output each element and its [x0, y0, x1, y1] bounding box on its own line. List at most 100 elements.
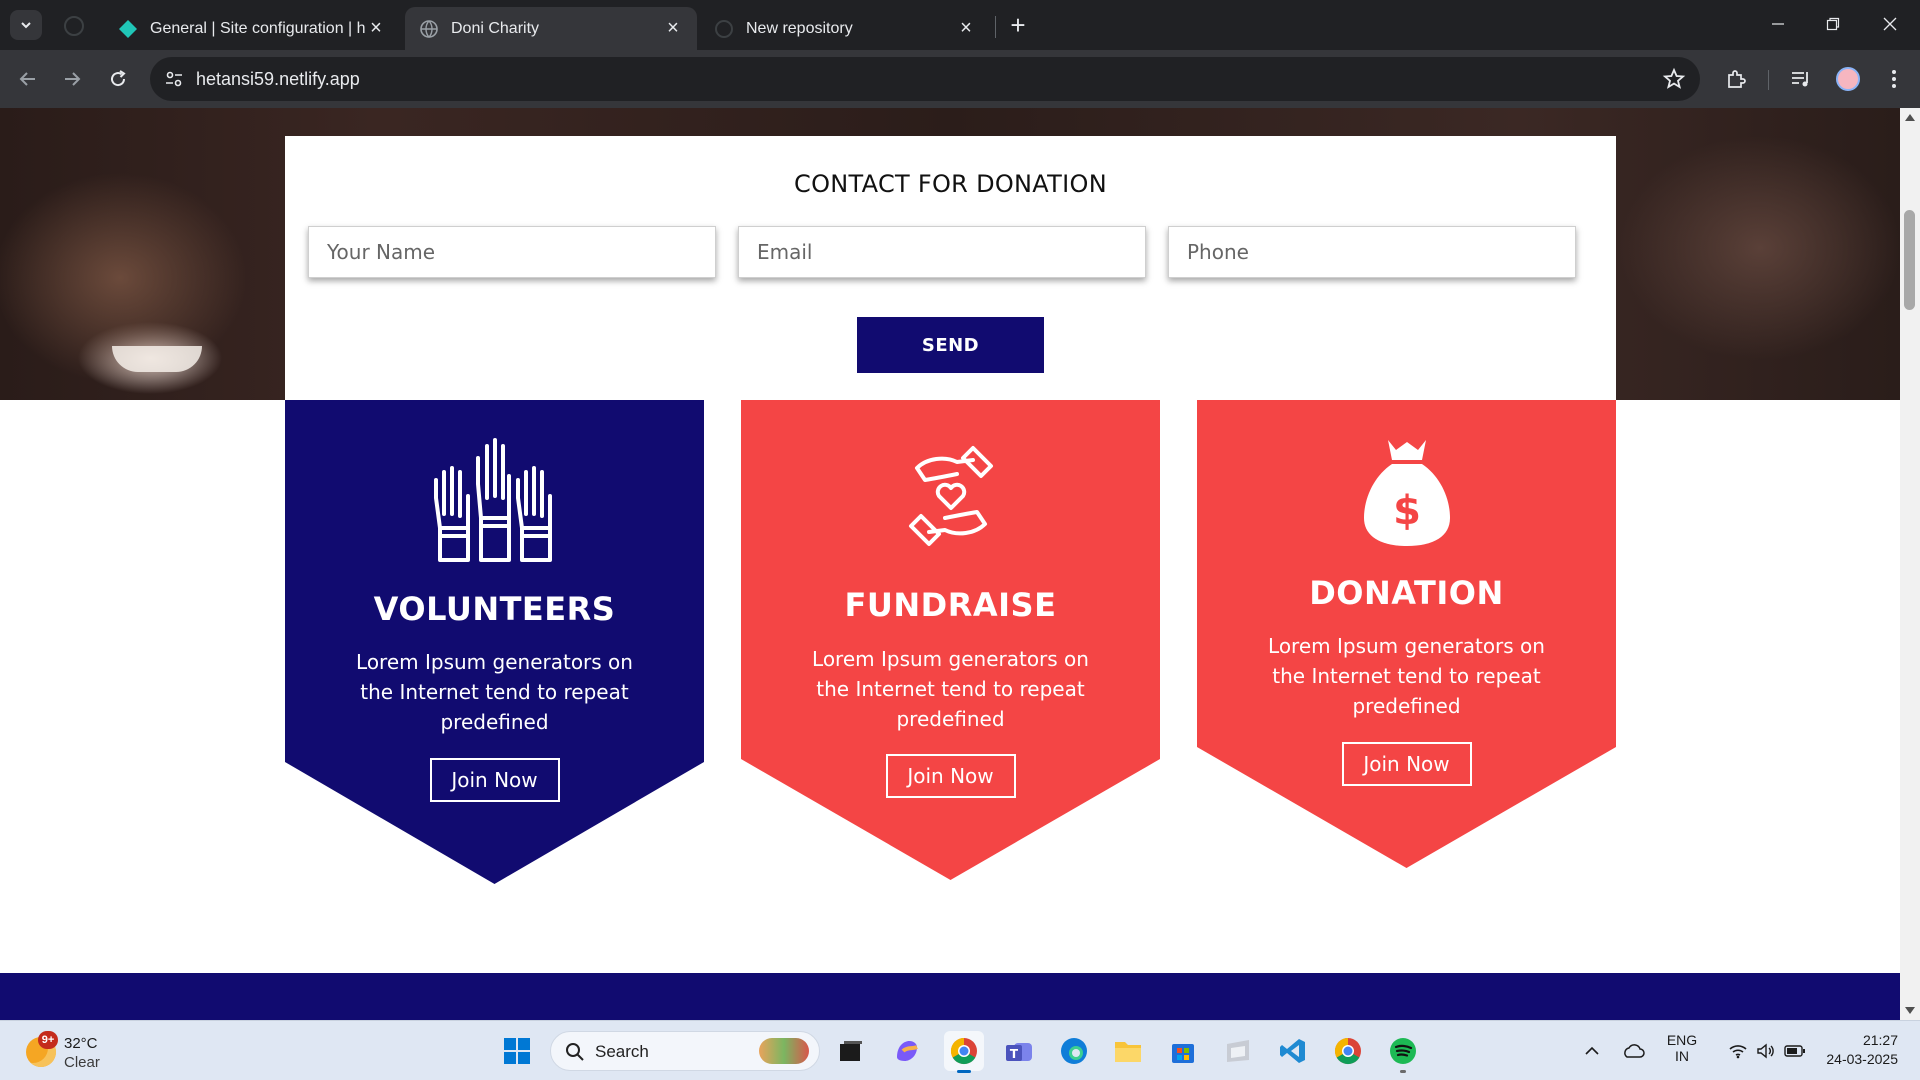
bookmark-star-icon[interactable] — [1662, 67, 1686, 91]
tab-new-repository[interactable]: New repository × — [700, 7, 990, 50]
card-text: Lorem Ipsum generators on the Internet t… — [356, 650, 633, 734]
svg-text:$: $ — [1393, 488, 1421, 534]
close-window-button[interactable] — [1870, 8, 1910, 40]
search-label: Search — [595, 1042, 649, 1061]
phone-field-wrapper — [1168, 226, 1576, 278]
chevron-down-icon — [21, 22, 31, 29]
contact-heading: CONTACT FOR DONATION — [794, 170, 1107, 198]
puzzle-icon — [1728, 70, 1746, 88]
netlify-icon — [119, 19, 137, 38]
extensions-button[interactable] — [1722, 65, 1750, 93]
raised-hands-icon — [433, 438, 552, 562]
vscode-app[interactable] — [1273, 1031, 1313, 1071]
name-field-wrapper — [308, 226, 716, 278]
edge-app[interactable] — [1054, 1031, 1094, 1071]
reload-button[interactable] — [102, 63, 134, 95]
tab-site-configuration[interactable]: General | Site configuration | he × — [104, 7, 400, 50]
teams-app[interactable]: T — [999, 1031, 1039, 1071]
weather-condition: Clear — [64, 1054, 100, 1071]
close-icon[interactable]: × — [663, 17, 683, 40]
microsoft-store-app[interactable] — [1163, 1031, 1203, 1071]
language-code: ENG — [1666, 1032, 1698, 1048]
site-settings-icon[interactable] — [162, 67, 186, 91]
url-text[interactable]: hetansi59.netlify.app — [196, 69, 360, 90]
join-now-button[interactable]: Join Now — [429, 758, 560, 802]
page-scrollbar[interactable] — [1900, 108, 1920, 1020]
onedrive-button[interactable] — [1613, 1031, 1653, 1071]
windows-logo-icon — [504, 1038, 530, 1064]
weather-widget[interactable]: 9+ 32°C Clear — [24, 1031, 154, 1073]
tab-title: General | Site configuration | he — [150, 19, 366, 37]
chevron-up-icon — [1585, 1046, 1599, 1055]
show-hidden-icons-button[interactable] — [1572, 1031, 1612, 1071]
money-bag-icon: $ — [1363, 440, 1450, 546]
clock-time: 21:27 — [1862, 1032, 1898, 1048]
battery-icon — [1784, 1045, 1805, 1057]
copilot-app[interactable] — [887, 1031, 927, 1071]
tab-title: Doni Charity — [451, 19, 540, 37]
back-button[interactable] — [12, 63, 44, 95]
search-highlight-icon — [759, 1038, 809, 1064]
scroll-down-icon[interactable] — [1905, 1007, 1915, 1014]
restore-button[interactable] — [1813, 8, 1853, 40]
card-title: FUNDRAISE — [844, 586, 1057, 624]
card-title: VOLUNTEERS — [373, 590, 616, 628]
tab-separator — [995, 16, 996, 38]
minimize-button[interactable] — [1758, 8, 1798, 40]
name-input[interactable] — [309, 227, 715, 277]
close-icon[interactable]: × — [956, 17, 976, 40]
active-indicator — [957, 1070, 971, 1073]
minimize-icon — [1772, 23, 1784, 25]
page-viewport: CONTACT FOR DONATION SEND VOLUNTEERS Lor… — [0, 108, 1920, 1020]
cloud-icon — [1624, 1044, 1645, 1058]
scroll-up-icon[interactable] — [1905, 114, 1915, 121]
notification-badge: 9+ — [38, 1031, 58, 1049]
chrome-app[interactable] — [1328, 1031, 1368, 1071]
media-control-button[interactable] — [1787, 65, 1815, 93]
close-icon — [1883, 17, 1897, 31]
join-now-button[interactable]: Join Now — [1341, 742, 1472, 786]
browser-tabstrip: General | Site configuration | he × Doni… — [0, 0, 1920, 50]
screenshot-icon — [1227, 1040, 1249, 1062]
clock-date: 24-03-2025 — [1826, 1051, 1898, 1067]
send-button[interactable]: SEND — [857, 317, 1044, 373]
language-indicator[interactable]: ENG IN — [1660, 1032, 1704, 1064]
quick-settings-button[interactable] — [1712, 1031, 1822, 1071]
profile-avatar[interactable] — [1836, 67, 1860, 91]
more-vertical-icon — [1892, 70, 1896, 88]
volume-icon — [1757, 1043, 1774, 1059]
browser-menu-button[interactable] — [1880, 65, 1908, 93]
system-clock[interactable]: 21:27 24-03-2025 — [1826, 1031, 1898, 1069]
chrome-app-active[interactable] — [944, 1031, 984, 1073]
github-pinned-icon[interactable] — [64, 16, 84, 36]
toolbar-separator — [1768, 70, 1769, 90]
arrow-left-icon — [19, 72, 35, 86]
running-indicator — [1400, 1070, 1406, 1073]
address-bar[interactable]: hetansi59.netlify.app — [150, 57, 1700, 101]
spotify-app[interactable] — [1383, 1031, 1423, 1073]
weather-temperature: 32°C — [64, 1035, 98, 1052]
fundraise-card: FUNDRAISE Lorem Ipsum generators on the … — [741, 400, 1160, 995]
footer-section — [0, 973, 1900, 1020]
spotify-icon — [1390, 1038, 1416, 1064]
task-view-button[interactable] — [831, 1031, 871, 1071]
start-button[interactable] — [497, 1031, 537, 1071]
new-tab-button[interactable]: + — [1003, 10, 1033, 40]
github-icon — [715, 19, 733, 38]
phone-input[interactable] — [1169, 227, 1575, 277]
volunteers-card: VOLUNTEERS Lorem Ipsum generators on the… — [285, 400, 704, 995]
join-now-button[interactable]: Join Now — [885, 754, 1016, 798]
close-icon[interactable]: × — [366, 17, 386, 40]
tab-search-button[interactable] — [10, 10, 42, 40]
taskbar-search[interactable]: Search — [550, 1031, 820, 1071]
teams-icon: T — [1006, 1043, 1032, 1061]
windows-taskbar: 9+ 32°C Clear Search T ENG IN 21:27 24-0… — [0, 1020, 1920, 1080]
tab-doni-charity[interactable]: Doni Charity × — [405, 7, 697, 50]
scroll-thumb[interactable] — [1904, 210, 1915, 310]
snipping-app[interactable] — [1218, 1031, 1258, 1071]
svg-text:T: T — [1010, 1047, 1019, 1061]
email-input[interactable] — [739, 227, 1145, 277]
forward-button[interactable] — [56, 63, 88, 95]
folder-icon — [1115, 1042, 1141, 1062]
file-explorer-app[interactable] — [1108, 1031, 1148, 1071]
